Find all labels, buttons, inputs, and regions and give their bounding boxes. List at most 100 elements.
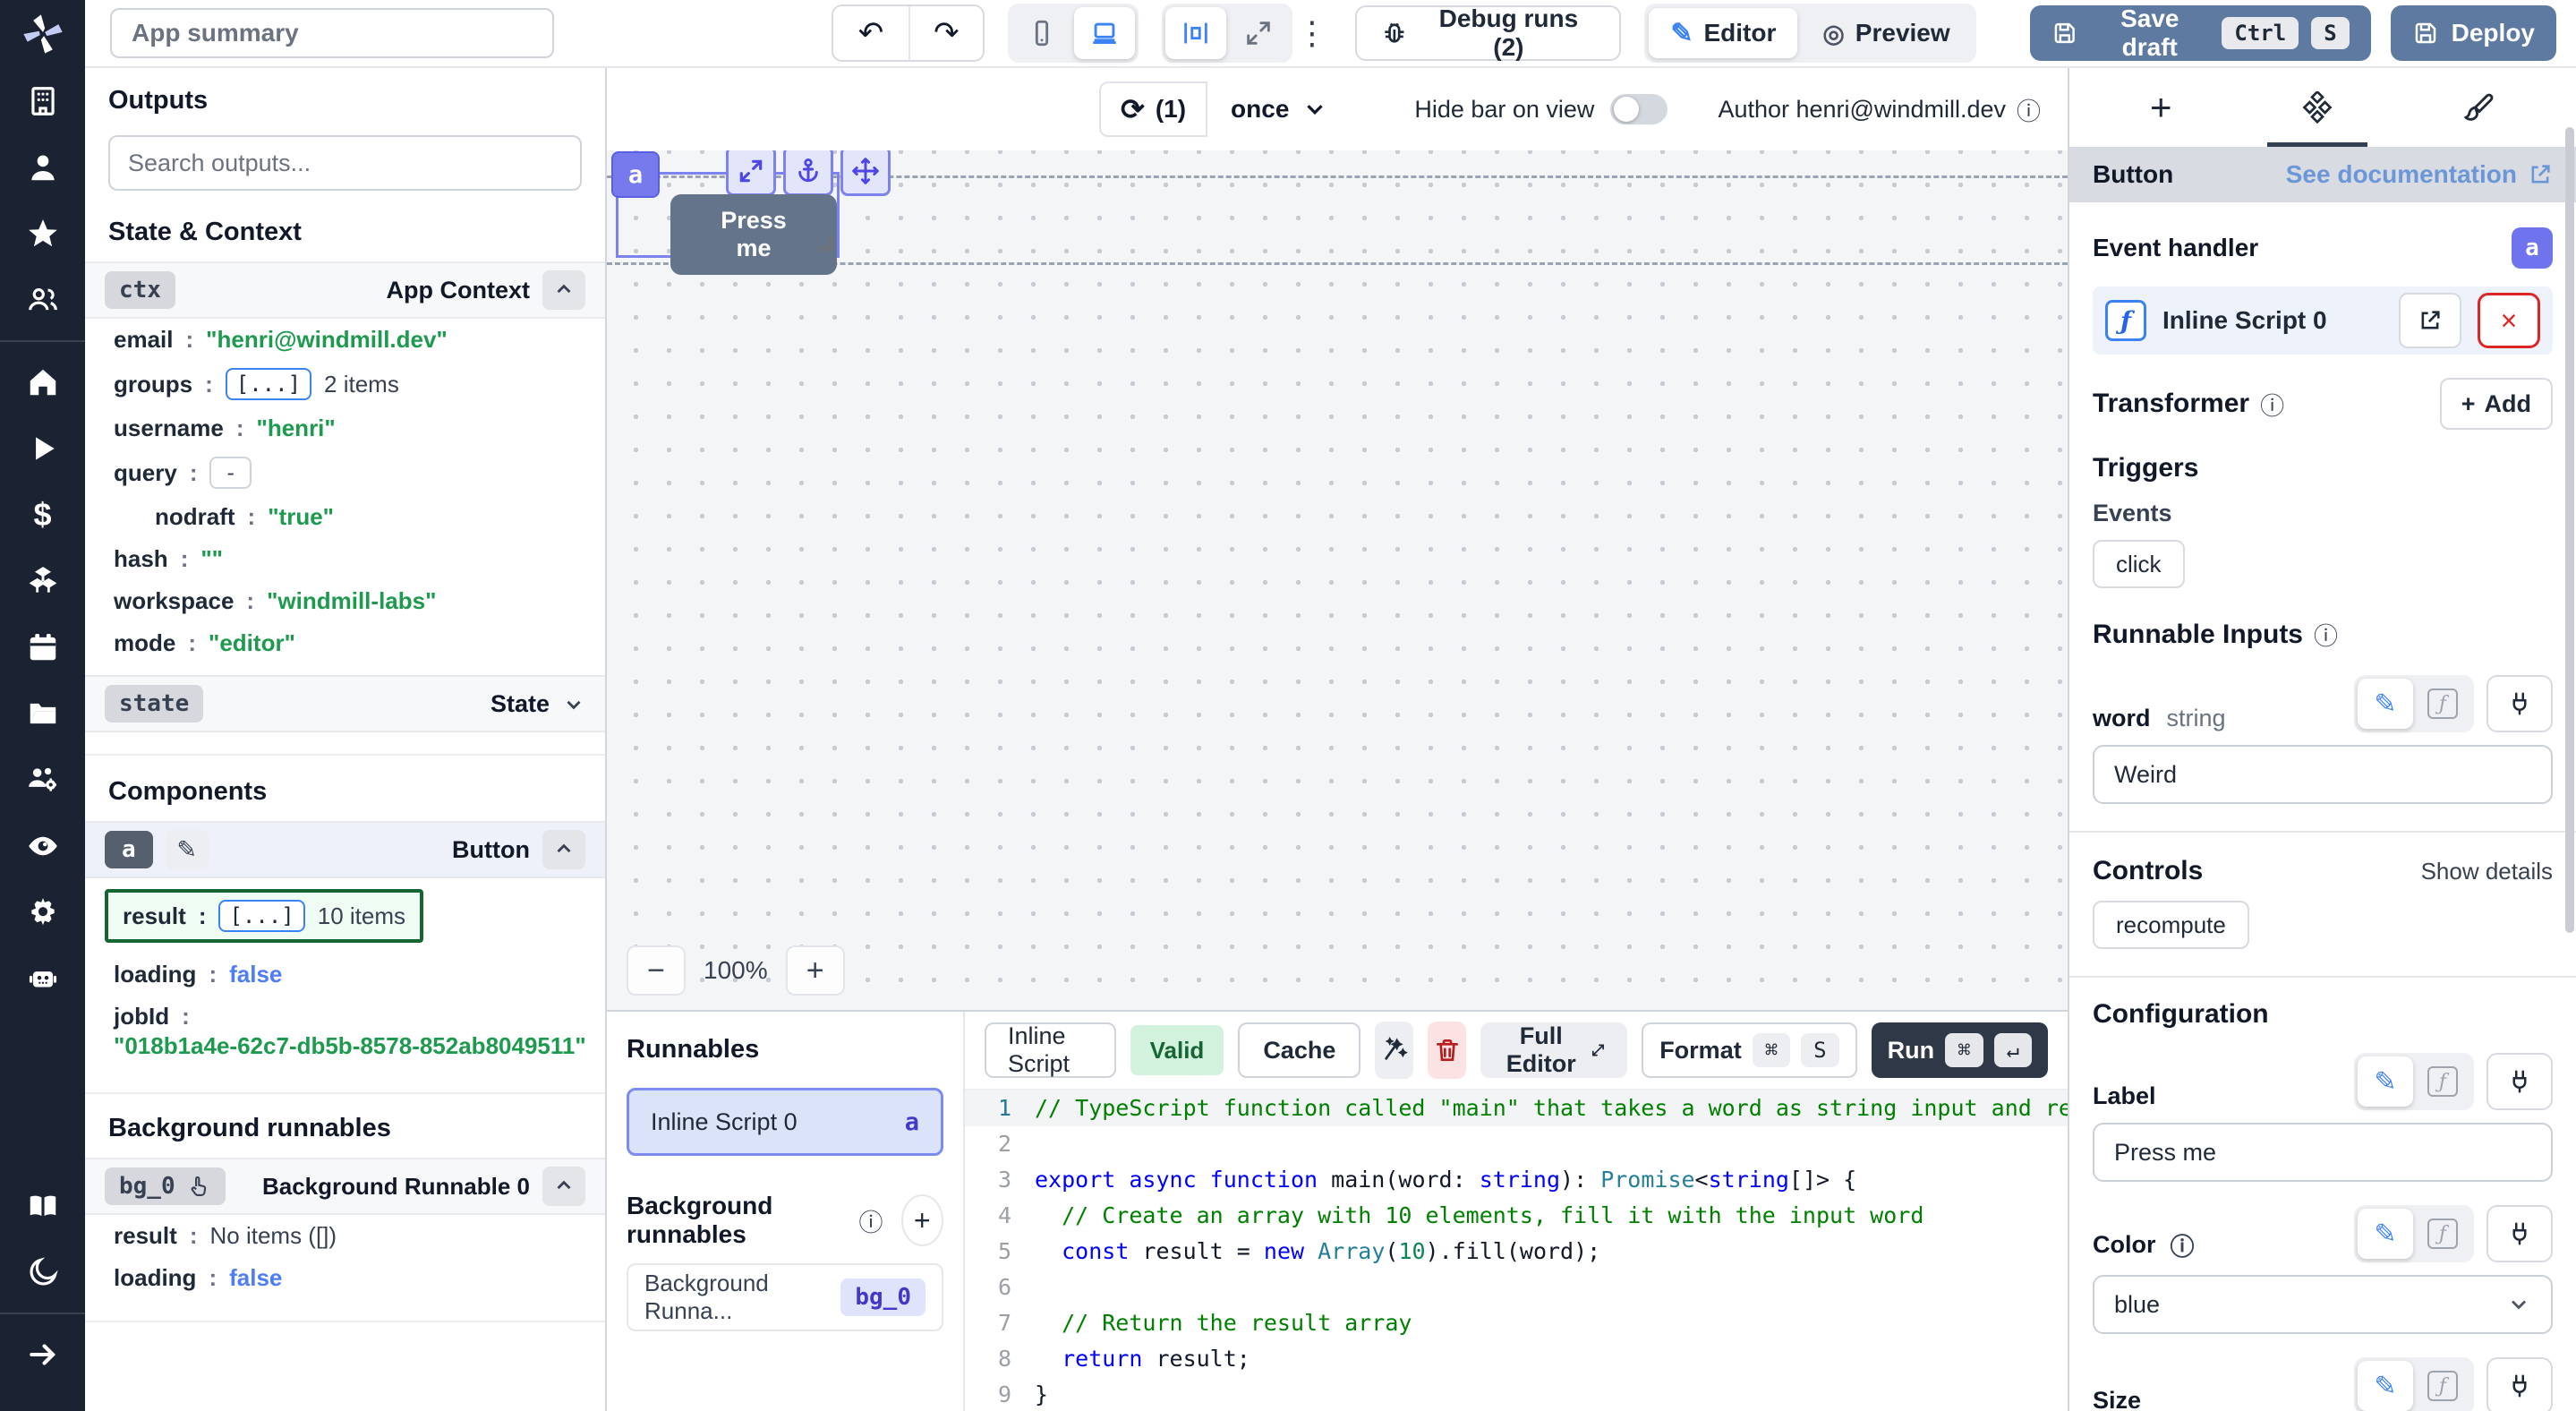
bg0-header-row[interactable]: bg_0 Background Runnable 0 (85, 1158, 605, 1215)
ctx-row-username[interactable]: username:"henri" (85, 407, 605, 449)
remove-script-icon[interactable]: × (2478, 293, 2540, 348)
anchor-component-icon[interactable] (783, 150, 833, 196)
undo-button[interactable]: ↶ (833, 6, 908, 60)
editor-tab[interactable]: ✎Editor (1649, 8, 1797, 58)
background-runnable-item[interactable]: Background Runna... bg_0 (627, 1263, 943, 1331)
state-chip[interactable]: state (105, 685, 203, 723)
user-group-icon[interactable] (0, 267, 85, 333)
runnable-item-selected[interactable]: Inline Script 0 a (627, 1088, 943, 1156)
component-result-row[interactable]: result: [...] 10 items (105, 889, 423, 943)
scrollbar[interactable] (2565, 127, 2574, 933)
info-icon[interactable]: ⓘ (2171, 1227, 2195, 1262)
delete-script-icon[interactable] (1428, 1022, 1466, 1079)
edit-id-icon[interactable]: ✎ (166, 830, 209, 869)
deploy-button[interactable]: Deploy (2391, 5, 2556, 61)
code-line[interactable]: 1// TypeScript function called "main" th… (965, 1090, 2068, 1126)
ctx-row-workspace[interactable]: workspace:"windmill-labs" (85, 580, 605, 622)
ctx-row-nodraft[interactable]: nodraft:"true" (85, 496, 605, 538)
windmill-logo[interactable] (0, 0, 85, 68)
selected-component[interactable]: a Press me (616, 172, 840, 258)
expand-state-button[interactable] (562, 692, 585, 715)
redo-button[interactable]: ↷ (908, 6, 983, 60)
zoom-in-button[interactable]: + (786, 945, 845, 996)
full-editor-button[interactable]: Full Editor (1480, 1022, 1627, 1078)
code-line[interactable]: 8 return result; (965, 1341, 2068, 1377)
schedule-dropdown[interactable]: once (1207, 81, 1352, 137)
preview-tab[interactable]: ◎Preview (1801, 8, 1971, 58)
collapse-ctx-button[interactable] (542, 270, 585, 310)
zoom-out-button[interactable]: − (627, 945, 686, 996)
expand-object-badge[interactable]: - (209, 457, 251, 489)
cubes-icon[interactable] (0, 548, 85, 614)
expand-array-badge[interactable]: [...] (226, 368, 311, 400)
static-mode-pencil-icon[interactable]: ✎ (2358, 1361, 2413, 1411)
home-icon[interactable] (0, 349, 85, 415)
hide-bar-toggle[interactable] (1610, 94, 1668, 124)
expand-component-icon[interactable] (726, 150, 776, 196)
format-button[interactable]: Format ⌘ S (1642, 1022, 1856, 1078)
component-jobid-row[interactable]: jobId: (85, 996, 605, 1030)
refresh-button[interactable]: ⟳ (1) (1099, 81, 1207, 137)
folder-icon[interactable] (0, 680, 85, 747)
ai-wand-icon[interactable] (1375, 1022, 1413, 1079)
expand-sidebar-arrow-icon[interactable] (0, 1321, 85, 1388)
code-line[interactable]: 9} (965, 1377, 2068, 1411)
styling-tab[interactable] (2445, 68, 2513, 147)
static-mode-pencil-icon[interactable]: ✎ (2358, 1056, 2413, 1107)
ctx-row-hash[interactable]: hash:"" (85, 538, 605, 580)
code-line[interactable]: 5 const result = new Array(10).fill(word… (965, 1234, 2068, 1270)
connect-plug-icon[interactable] (2486, 675, 2553, 732)
eval-mode-function-icon[interactable]: ƒ (2415, 679, 2470, 729)
resize-handle[interactable] (817, 235, 833, 252)
script-name-button[interactable]: Inline Script (985, 1022, 1116, 1078)
building-icon[interactable] (0, 68, 85, 134)
connect-plug-icon[interactable] (2486, 1053, 2553, 1110)
code-line[interactable]: 3export async function main(word: string… (965, 1162, 2068, 1198)
search-outputs-input[interactable] (108, 135, 582, 191)
label-input-field[interactable] (2093, 1123, 2553, 1182)
event-handler-component-badge[interactable]: a (2512, 227, 2553, 269)
app-summary-input[interactable] (110, 8, 554, 58)
static-mode-pencil-icon[interactable]: ✎ (2358, 1209, 2413, 1259)
move-component-icon[interactable] (840, 150, 891, 196)
eval-mode-function-icon[interactable]: ƒ (2415, 1361, 2470, 1411)
robot-icon[interactable] (0, 945, 85, 1012)
component-a-chip[interactable]: a (105, 831, 153, 868)
dollar-icon[interactable]: $ (0, 482, 85, 548)
collapse-bg0-button[interactable] (542, 1167, 585, 1206)
center-content-icon[interactable] (1165, 7, 1226, 59)
moon-icon[interactable] (0, 1239, 85, 1305)
add-background-runnable-button[interactable]: + (901, 1194, 943, 1246)
expand-array-badge[interactable]: [...] (218, 900, 304, 932)
component-a-header-row[interactable]: a ✎ Button (85, 821, 605, 878)
open-script-icon[interactable] (2399, 293, 2461, 348)
debug-runs-button[interactable]: Debug runs (2) (1355, 5, 1622, 61)
play-icon[interactable] (0, 415, 85, 482)
eye-icon[interactable] (0, 813, 85, 879)
code-editor-content[interactable]: 1// TypeScript function called "main" th… (965, 1090, 2068, 1411)
inline-script-row[interactable]: ƒ Inline Script 0 × (2093, 286, 2553, 355)
desktop-view-icon[interactable] (1074, 7, 1135, 59)
user-icon[interactable] (0, 134, 85, 201)
ctx-header-row[interactable]: ctx App Context (85, 261, 605, 319)
code-line[interactable]: 2 (965, 1126, 2068, 1162)
component-jobid-value[interactable]: "018b1a4e-62c7-db5b-8578-852ab8049511" (85, 1030, 605, 1071)
event-click-pill[interactable]: click (2093, 540, 2185, 588)
collapse-component-a-button[interactable] (542, 830, 585, 869)
word-input-field[interactable] (2093, 745, 2553, 804)
bg0-loading-row[interactable]: loading:false (85, 1257, 605, 1299)
eval-mode-function-icon[interactable]: ƒ (2415, 1209, 2470, 1259)
run-button[interactable]: Run ⌘ ↵ (1872, 1022, 2048, 1078)
ctx-row-mode[interactable]: mode:"editor" (85, 622, 605, 664)
info-icon[interactable]: ⓘ (859, 1203, 883, 1238)
insert-component-tab[interactable]: + (2132, 68, 2190, 147)
component-settings-tab[interactable] (2283, 68, 2351, 147)
static-mode-pencil-icon[interactable]: ✎ (2358, 679, 2413, 729)
gear-icon[interactable] (0, 879, 85, 945)
code-line[interactable]: 6 (965, 1270, 2068, 1305)
see-documentation-link[interactable]: See documentation (2286, 160, 2553, 189)
component-loading-row[interactable]: loading:false (85, 953, 605, 996)
component-id-chip[interactable]: a (611, 151, 660, 198)
recompute-pill[interactable]: recompute (2093, 901, 2249, 949)
info-icon[interactable]: ⓘ (2260, 387, 2284, 422)
